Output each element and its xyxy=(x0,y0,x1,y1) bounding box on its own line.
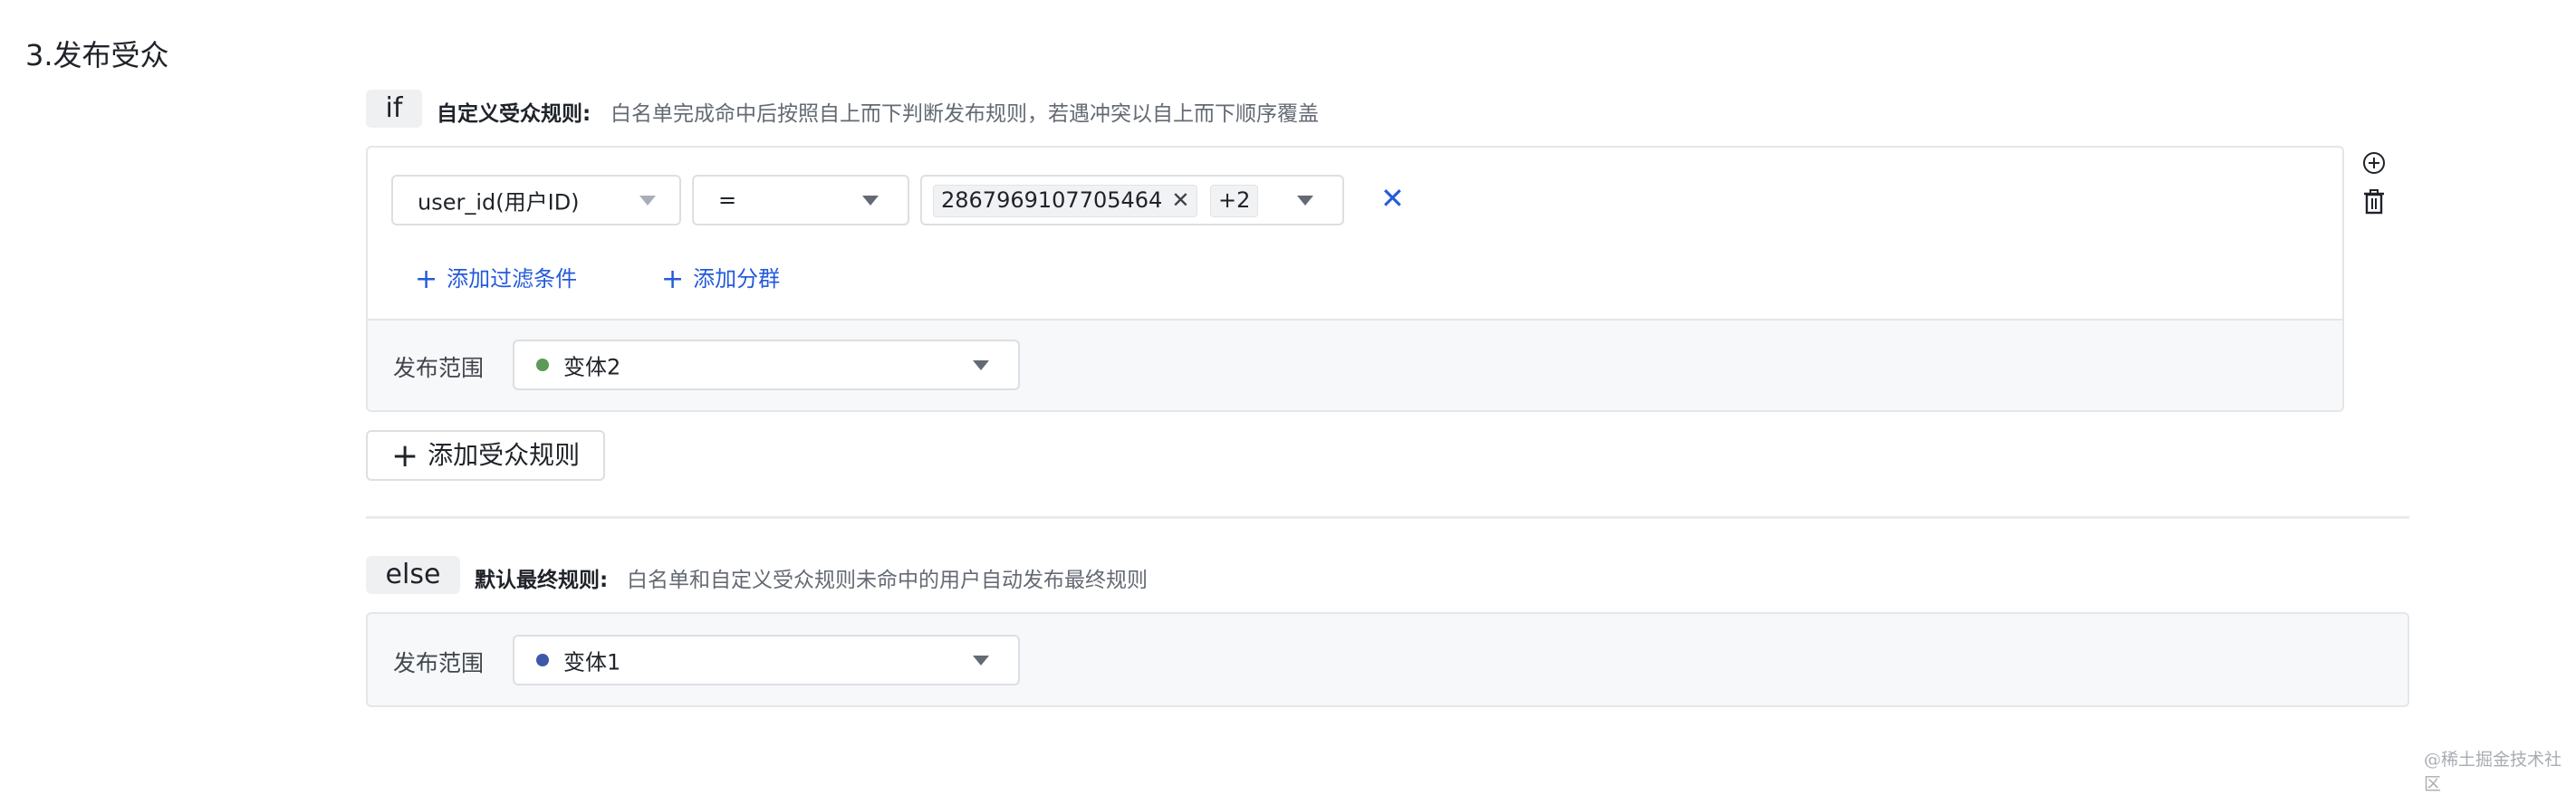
chevron-down-icon xyxy=(1297,196,1313,206)
operator-select-value: = xyxy=(718,187,737,213)
chevron-down-icon xyxy=(862,196,879,206)
add-circle-icon[interactable] xyxy=(2362,151,2386,175)
else-scope-value: 变体1 xyxy=(563,649,621,675)
add-group-label: 添加分群 xyxy=(693,266,781,292)
if-tag: if xyxy=(366,90,422,128)
plus-icon: + xyxy=(391,437,419,474)
else-rule-description: 白名单和自定义受众规则未命中的用户自动发布最终规则 xyxy=(627,569,1148,592)
chevron-down-icon xyxy=(973,360,989,370)
else-scope-label: 发布范围 xyxy=(393,650,485,676)
else-tag: else xyxy=(366,556,460,594)
field-select[interactable]: user_id(用户ID) xyxy=(391,175,681,225)
chip-remove-icon[interactable]: ✕ xyxy=(1171,187,1189,213)
value-chip: 2867969107705464 ✕ xyxy=(933,185,1198,217)
else-rule-title: 默认最终规则: xyxy=(475,569,609,592)
if-rule-description: 白名单完成命中后按照自上而下判断发布规则，若遇冲突以自上而下顺序覆盖 xyxy=(610,102,1319,126)
value-multiselect[interactable]: 2867969107705464 ✕ +2 xyxy=(920,175,1344,225)
watermark: @稀土掘金技术社区 xyxy=(2424,750,2562,794)
trash-icon[interactable] xyxy=(2363,189,2385,215)
if-rule-title: 自定义受众规则: xyxy=(437,102,591,126)
else-scope-select[interactable]: 变体1 xyxy=(513,635,1020,685)
add-audience-rule-label: 添加受众规则 xyxy=(428,440,581,470)
chevron-down-icon xyxy=(639,196,656,206)
value-chip-label: 2867969107705464 xyxy=(941,187,1163,213)
section-divider xyxy=(366,516,2409,519)
add-group-link[interactable]: + 添加分群 xyxy=(661,261,780,295)
section-title: 3.发布受众 xyxy=(25,38,169,72)
variant-color-dot xyxy=(536,359,549,371)
remove-condition-icon[interactable]: ✕ xyxy=(1380,181,1405,216)
if-scope-label: 发布范围 xyxy=(393,355,485,381)
chevron-down-icon xyxy=(973,656,989,666)
add-filter-link[interactable]: + 添加过滤条件 xyxy=(415,261,577,295)
operator-select[interactable]: = xyxy=(692,175,909,225)
if-scope-select[interactable]: 变体2 xyxy=(513,340,1020,390)
plus-icon: + xyxy=(661,263,685,295)
field-select-value: user_id(用户ID) xyxy=(418,189,580,216)
plus-icon: + xyxy=(415,263,438,295)
variant-color-dot xyxy=(536,654,549,666)
if-scope-value: 变体2 xyxy=(563,354,621,380)
add-audience-rule-button[interactable]: + 添加受众规则 xyxy=(366,430,605,481)
add-filter-label: 添加过滤条件 xyxy=(447,266,578,292)
more-values-chip: +2 xyxy=(1210,185,1259,217)
